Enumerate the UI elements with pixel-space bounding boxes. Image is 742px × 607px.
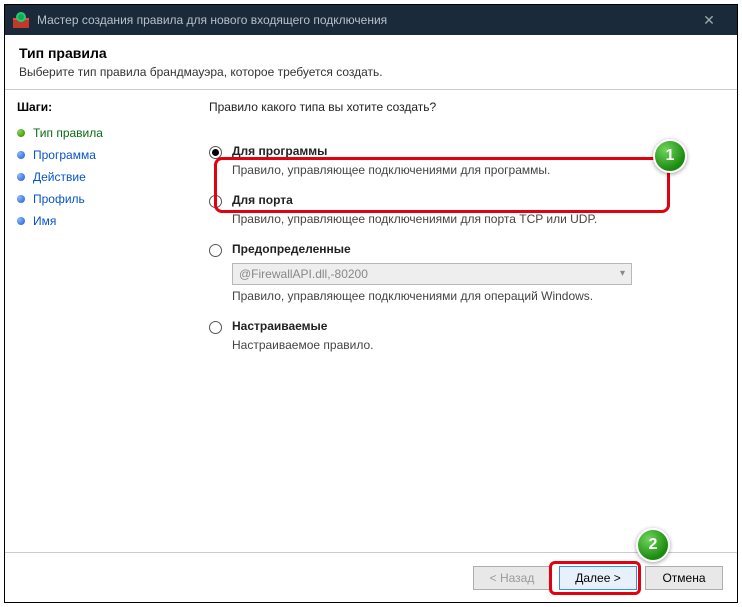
window-title: Мастер создания правила для нового входя… (37, 13, 689, 27)
bullet-icon (17, 195, 25, 203)
annotation-badge-2: 2 (636, 528, 670, 562)
combo-value: @FirewallAPI.dll,-80200 (239, 267, 368, 281)
sidebar-item-name[interactable]: Имя (17, 210, 183, 232)
predefined-combo: @FirewallAPI.dll,-80200 ▾ (232, 263, 632, 285)
option-predefined[interactable]: Предопределенные @FirewallAPI.dll,-80200… (205, 242, 713, 303)
option-label: Настраиваемые (232, 319, 327, 333)
option-port[interactable]: Для порта Правило, управляющее подключен… (205, 193, 713, 226)
step-label: Профиль (33, 192, 85, 206)
bullet-icon (17, 217, 25, 225)
sidebar-item-profile[interactable]: Профиль (17, 188, 183, 210)
sidebar-item-program[interactable]: Программа (17, 144, 183, 166)
option-label: Для программы (232, 144, 327, 158)
radio-icon[interactable] (209, 321, 222, 334)
option-desc: Настраиваемое правило. (232, 338, 713, 352)
step-label: Программа (33, 148, 96, 162)
radio-icon[interactable] (209, 244, 222, 257)
step-label: Тип правила (33, 126, 103, 140)
sidebar-item-action[interactable]: Действие (17, 166, 183, 188)
page-subtitle: Выберите тип правила брандмауэра, которо… (19, 65, 723, 79)
radio-icon[interactable] (209, 195, 222, 208)
wizard-window: Мастер создания правила для нового входя… (4, 4, 738, 603)
wizard-body: Шаги: Тип правила Программа Действие Про… (5, 90, 737, 552)
wizard-footer: < Назад Далее > Отмена (5, 552, 737, 602)
steps-heading: Шаги: (17, 100, 183, 114)
firewall-icon (13, 12, 29, 28)
step-label: Имя (33, 214, 56, 228)
close-icon[interactable]: ✕ (689, 12, 729, 29)
step-label: Действие (33, 170, 86, 184)
option-desc: Правило, управляющее подключениями для о… (232, 289, 713, 303)
bullet-icon (17, 129, 25, 137)
rule-type-options: Для программы Правило, управляющее подкл… (205, 144, 713, 352)
sidebar-item-rule-type[interactable]: Тип правила (17, 122, 183, 144)
annotation-badge-1: 1 (653, 139, 687, 173)
option-program[interactable]: Для программы Правило, управляющее подкл… (205, 144, 713, 177)
radio-icon[interactable] (209, 146, 222, 159)
titlebar: Мастер создания правила для нового входя… (5, 5, 737, 35)
next-button[interactable]: Далее > (559, 566, 637, 590)
wizard-header: Тип правила Выберите тип правила брандма… (5, 35, 737, 90)
bullet-icon (17, 151, 25, 159)
option-label: Предопределенные (232, 242, 351, 256)
cancel-button[interactable]: Отмена (645, 566, 723, 590)
bullet-icon (17, 173, 25, 181)
option-label: Для порта (232, 193, 293, 207)
steps-sidebar: Шаги: Тип правила Программа Действие Про… (5, 90, 195, 552)
option-desc: Правило, управляющее подключениями для п… (232, 212, 713, 226)
question-text: Правило какого типа вы хотите создать? (209, 100, 713, 114)
back-button: < Назад (473, 566, 551, 590)
option-desc: Правило, управляющее подключениями для п… (232, 163, 713, 177)
option-custom[interactable]: Настраиваемые Настраиваемое правило. (205, 319, 713, 352)
page-title: Тип правила (19, 45, 723, 61)
chevron-down-icon: ▾ (620, 268, 625, 279)
